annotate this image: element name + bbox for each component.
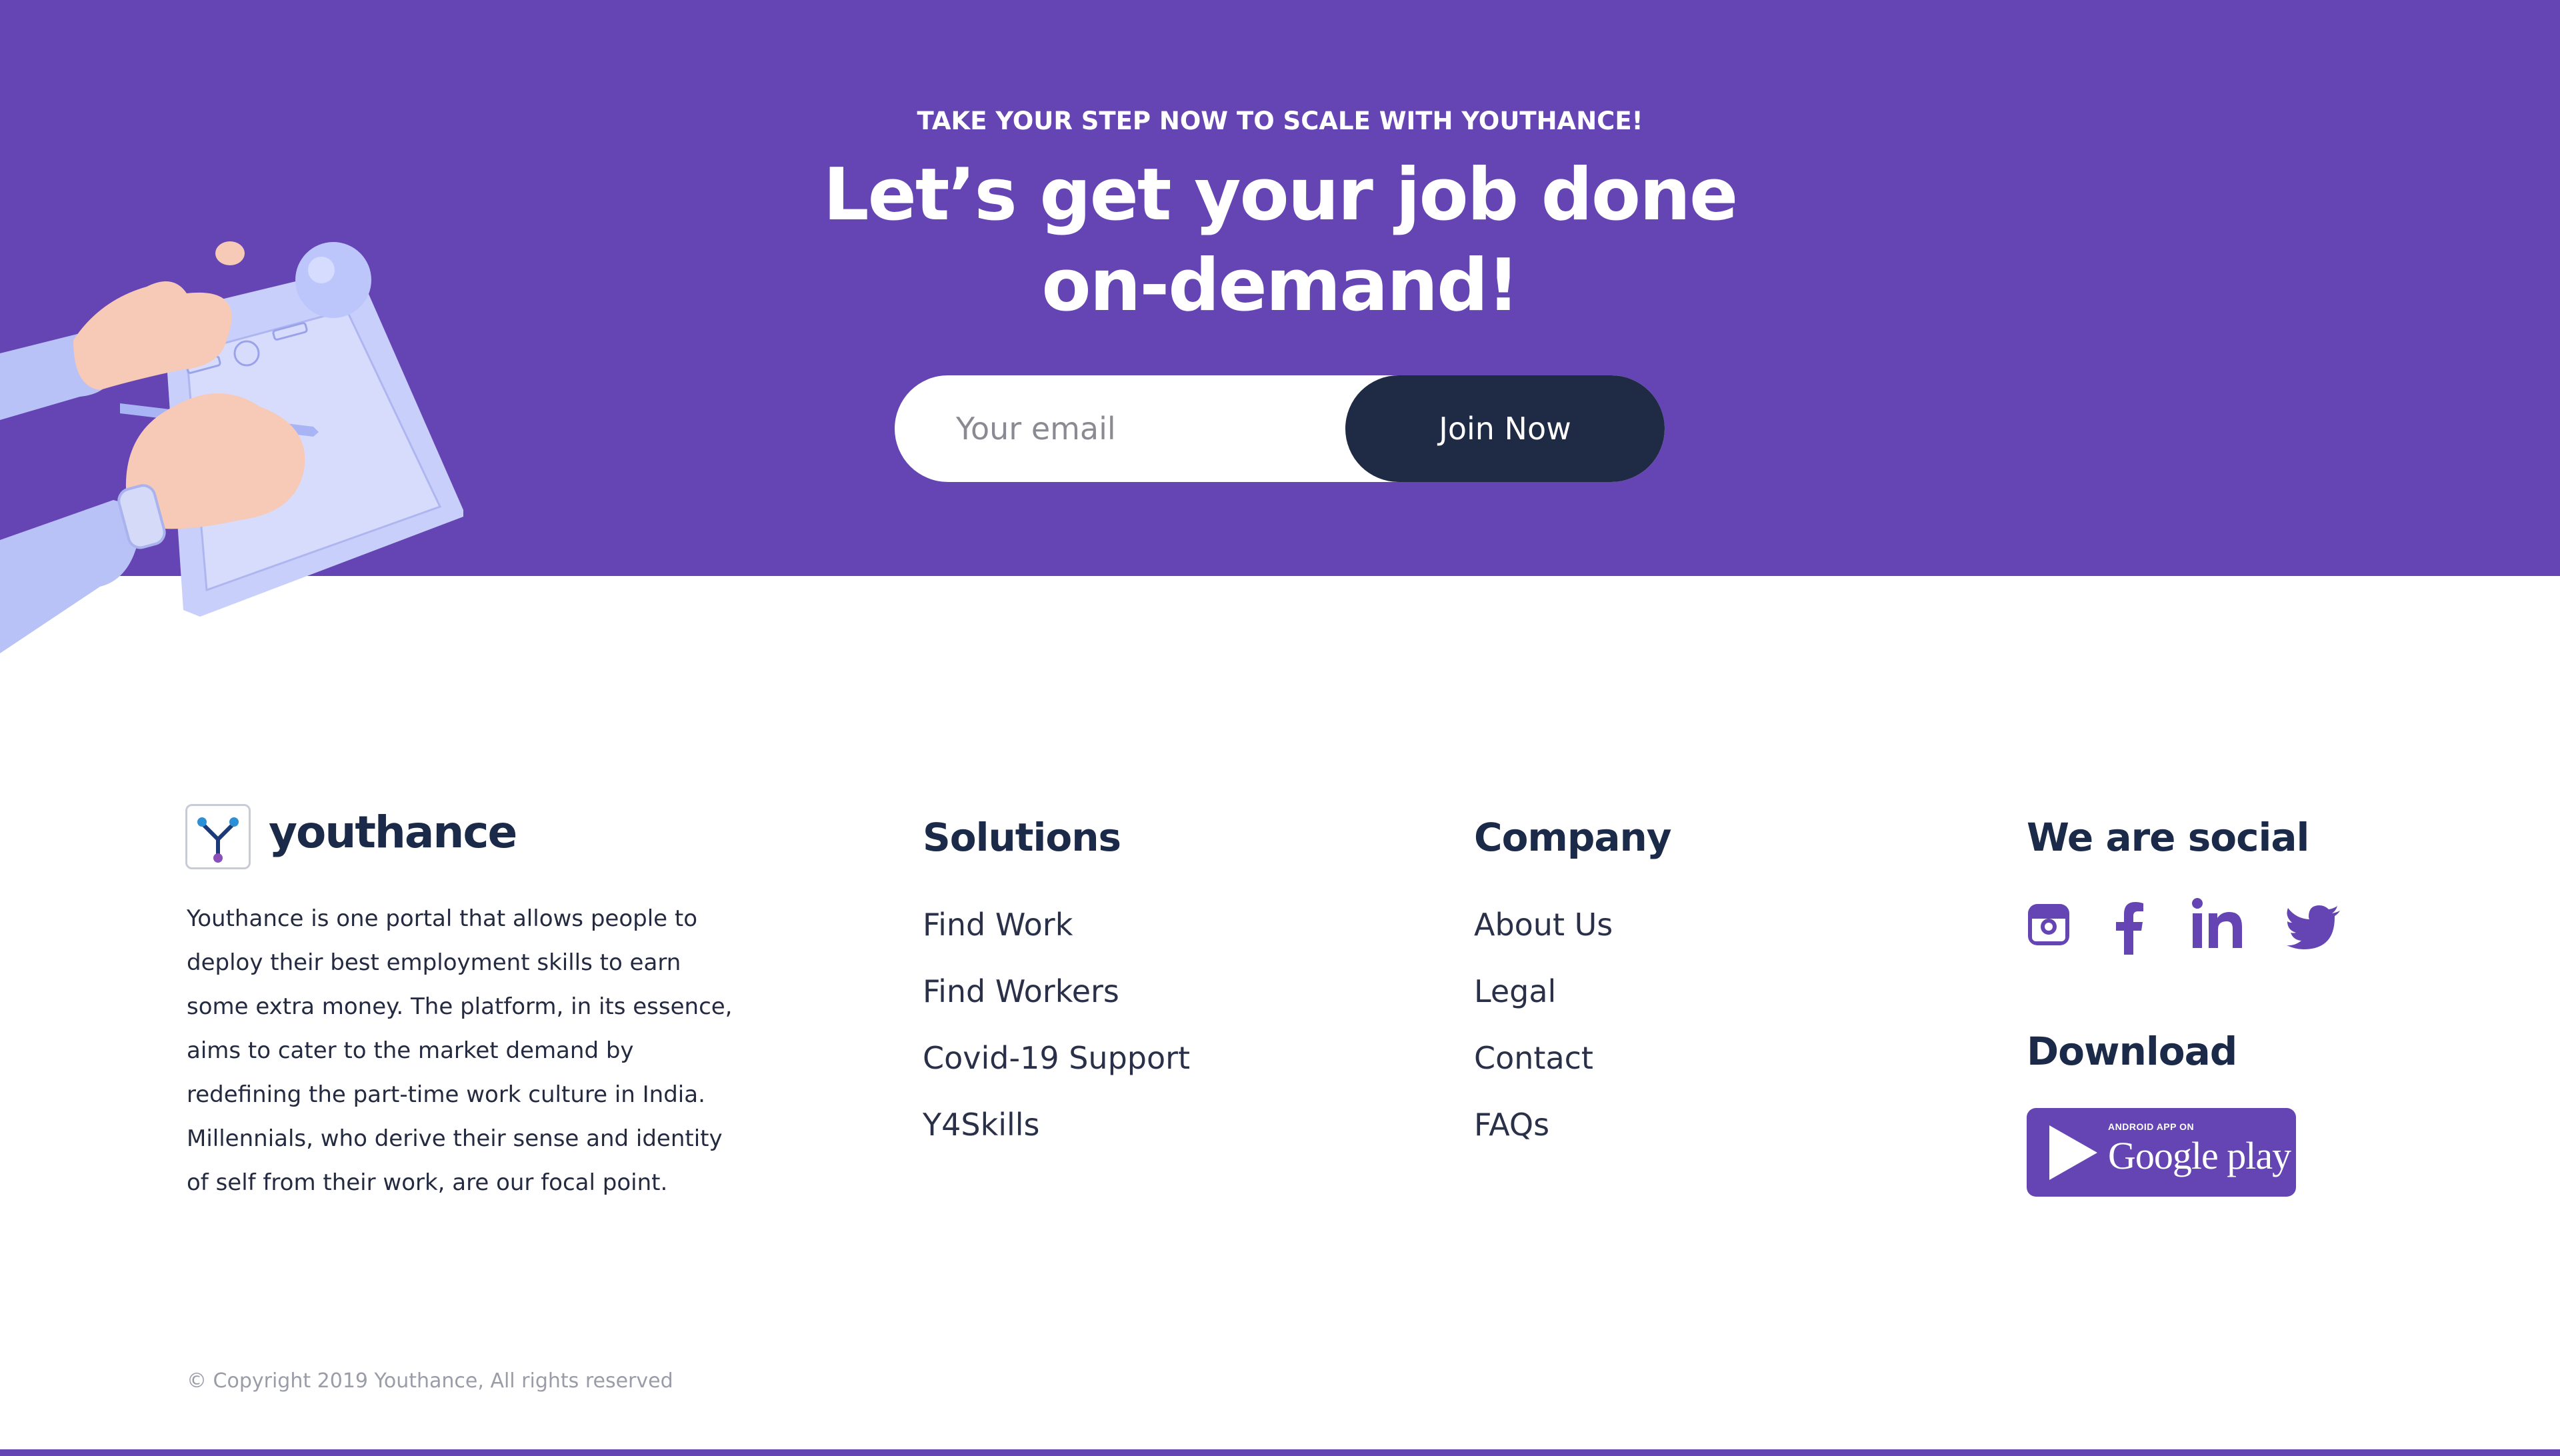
linkedin-icon[interactable] — [2191, 897, 2244, 951]
solutions-item-find-workers[interactable]: Find Workers — [923, 967, 1190, 1033]
link-label[interactable]: Y4Skills — [923, 1107, 1040, 1143]
solutions-list: Find Work Find Workers Covid-19 Support … — [923, 900, 1190, 1167]
instagram-icon[interactable] — [2025, 901, 2072, 948]
cta-eyebrow: TAKE YOUR STEP NOW TO SCALE WITH YOUTHAN… — [917, 107, 1643, 135]
solutions-title: Solutions — [923, 815, 1121, 860]
company-item-about-us[interactable]: About Us — [1474, 900, 1613, 967]
youthance-logo-icon — [197, 817, 239, 863]
badge-small-text: ANDROID APP ON — [2108, 1121, 2195, 1132]
facebook-icon[interactable] — [2112, 901, 2145, 955]
bottom-accent-bar — [0, 1449, 2560, 1456]
copyright-text: © Copyright 2019 Youthance, All rights r… — [187, 1369, 673, 1393]
company-list: About Us Legal Contact FAQs — [1474, 900, 1613, 1167]
tablet-illustration — [0, 241, 463, 653]
badge-big-text: Google play — [2108, 1134, 2291, 1177]
link-label[interactable]: Find Workers — [923, 973, 1119, 1009]
email-input[interactable] — [956, 402, 1329, 455]
solutions-item-covid-support[interactable]: Covid-19 Support — [923, 1033, 1190, 1100]
upper-finger — [215, 241, 245, 265]
link-label[interactable]: Legal — [1474, 973, 1556, 1009]
signup-form: Join Now — [895, 375, 1665, 482]
solutions-item-y4skills[interactable]: Y4Skills — [923, 1100, 1190, 1167]
link-label[interactable]: FAQs — [1474, 1107, 1549, 1143]
join-now-button[interactable]: Join Now — [1345, 375, 1665, 482]
floating-ball — [295, 242, 371, 318]
company-title: Company — [1474, 815, 1672, 860]
link-label[interactable]: Covid-19 Support — [923, 1040, 1190, 1076]
company-item-contact[interactable]: Contact — [1474, 1033, 1613, 1100]
cta-heading-line1: Let’s get your job done — [823, 153, 1739, 237]
brand-description: Youthance is one portal that allows peop… — [187, 905, 733, 1196]
ball-highlight — [308, 257, 335, 283]
link-label[interactable]: About Us — [1474, 907, 1613, 943]
lower-sleeve — [0, 500, 138, 653]
company-item-legal[interactable]: Legal — [1474, 967, 1613, 1033]
cta-heading-line2: on-demand! — [1041, 244, 1519, 327]
google-play-badge[interactable]: ANDROID APP ON Google play — [2027, 1108, 2296, 1197]
play-store-icon — [2049, 1125, 2097, 1180]
download-title: Download — [2027, 1029, 2237, 1074]
link-label[interactable]: Find Work — [923, 907, 1073, 943]
twitter-icon[interactable] — [2287, 905, 2340, 949]
solutions-item-find-work[interactable]: Find Work — [923, 900, 1190, 967]
cta-heading: Let’s get your job done on-demand! — [747, 150, 1813, 331]
social-title: We are social — [2027, 815, 2309, 860]
brand-name: youthance — [269, 807, 517, 858]
logo-mark — [185, 804, 251, 869]
link-label[interactable]: Contact — [1474, 1040, 1593, 1076]
company-item-faqs[interactable]: FAQs — [1474, 1100, 1613, 1167]
